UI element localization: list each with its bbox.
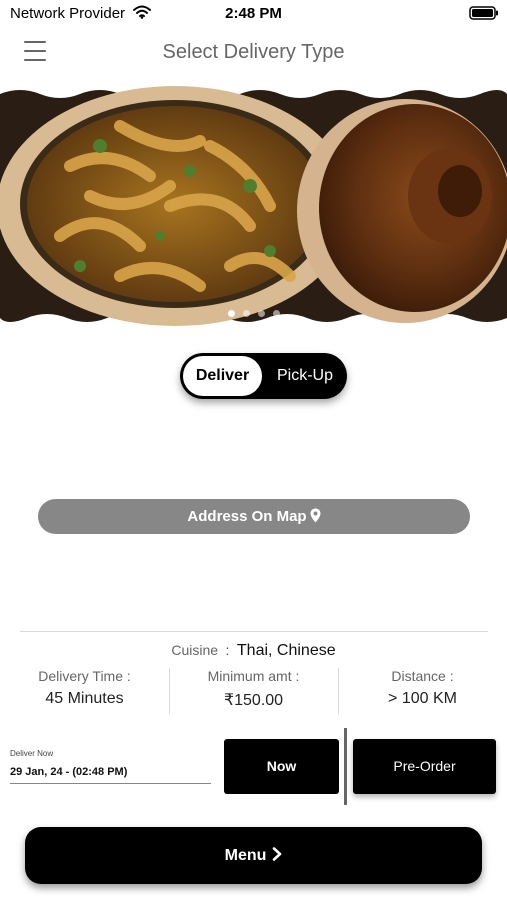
menu-button[interactable]: Menu (25, 827, 482, 884)
button-separator (344, 728, 347, 805)
pre-order-button[interactable]: Pre-Order (353, 739, 496, 794)
address-on-map-label: Address On Map (187, 508, 307, 525)
stat-value: 45 Minutes (45, 690, 124, 707)
datetime-underline (10, 783, 211, 784)
now-button[interactable]: Now (224, 739, 339, 794)
menu-button-label: Menu (224, 847, 267, 864)
minimum-amount-stat: Minimum amt : ₹150.00 (169, 668, 338, 710)
nav-bar: Select Delivery Type (0, 30, 507, 76)
restaurant-stats: Delivery Time : 45 Minutes Minimum amt :… (0, 668, 507, 716)
cuisine-separator: : (225, 642, 230, 658)
address-on-map-button[interactable]: Address On Map (38, 499, 470, 534)
status-time: 2:48 PM (225, 5, 282, 22)
deliver-option[interactable]: Deliver (183, 356, 262, 396)
page-title: Select Delivery Type (162, 41, 345, 63)
map-pin-icon (310, 501, 321, 536)
stat-label: Delivery Time : (38, 668, 131, 684)
delivery-type-toggle: Deliver Pick-Up (180, 353, 347, 399)
deliver-now-caption: Deliver Now (10, 749, 54, 758)
pickup-option[interactable]: Pick-Up (266, 356, 344, 396)
stat-label: Minimum amt : (207, 668, 300, 684)
carousel-dot[interactable] (242, 310, 250, 317)
battery-icon (469, 6, 499, 25)
chevron-right-icon (272, 828, 282, 885)
section-divider (20, 631, 488, 632)
carousel-dot[interactable] (272, 310, 280, 317)
cuisine-row: Cuisine : Thai, Chinese (0, 642, 507, 660)
delivery-datetime-field[interactable]: 29 Jan, 24 - (02:48 PM) (10, 766, 127, 778)
carousel-dot[interactable] (227, 310, 235, 317)
stat-value: ₹150.00 (223, 692, 284, 709)
delivery-time-stat: Delivery Time : 45 Minutes (0, 668, 169, 708)
cuisine-value: Thai, Chinese (236, 642, 336, 659)
carousel-dots (0, 304, 507, 317)
stat-value: > 100 KM (388, 690, 457, 707)
carousel-dot[interactable] (257, 310, 265, 317)
distance-stat: Distance : > 100 KM (338, 668, 507, 708)
stat-label: Distance : (391, 668, 454, 684)
hero-food-image (0, 86, 507, 326)
status-bar: Network Provider 2:48 PM (0, 0, 507, 30)
cuisine-label: Cuisine (171, 642, 219, 658)
